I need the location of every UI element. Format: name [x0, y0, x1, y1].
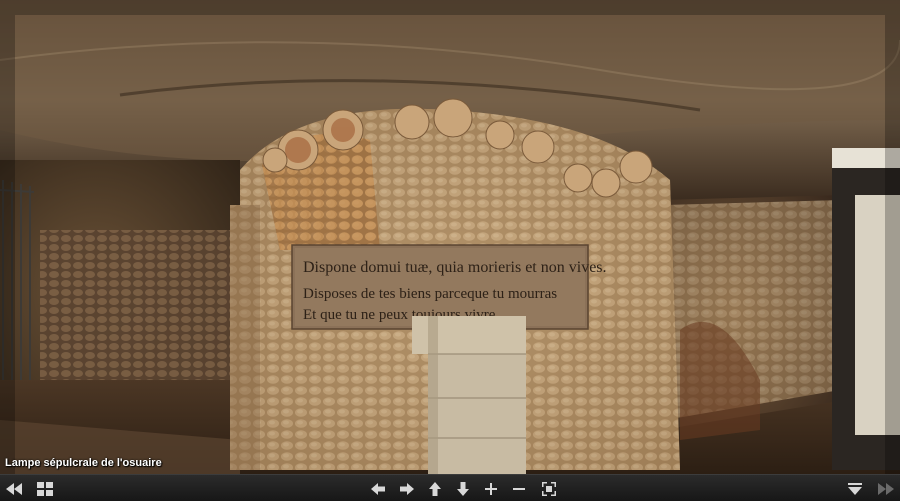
viewer-toolbar — [0, 474, 900, 501]
dropdown-icon[interactable] — [843, 475, 867, 501]
arrow-up-icon[interactable] — [423, 475, 447, 501]
scene-caption: Lampe sépulcrale de l'osuaire — [5, 457, 162, 469]
inscription-line-1: Dispone domui tuæ, quia morieris et non … — [303, 259, 607, 276]
rewind-icon[interactable] — [2, 475, 26, 501]
zoom-out-icon[interactable] — [507, 475, 531, 501]
arrow-left-icon[interactable] — [366, 475, 390, 501]
arrow-down-icon[interactable] — [451, 475, 475, 501]
inscription-line-2: Disposes de tes biens parceque tu mourra… — [303, 286, 557, 302]
fullscreen-icon[interactable] — [537, 475, 561, 501]
panorama-image[interactable]: Dispone domui tuæ, quia morieris et non … — [0, 0, 900, 501]
arrow-right-icon[interactable] — [395, 475, 419, 501]
forward-icon[interactable] — [874, 475, 898, 501]
panorama-viewer[interactable]: Dispone domui tuæ, quia morieris et non … — [0, 0, 900, 501]
grid-icon[interactable] — [33, 475, 57, 501]
zoom-in-icon[interactable] — [479, 475, 503, 501]
